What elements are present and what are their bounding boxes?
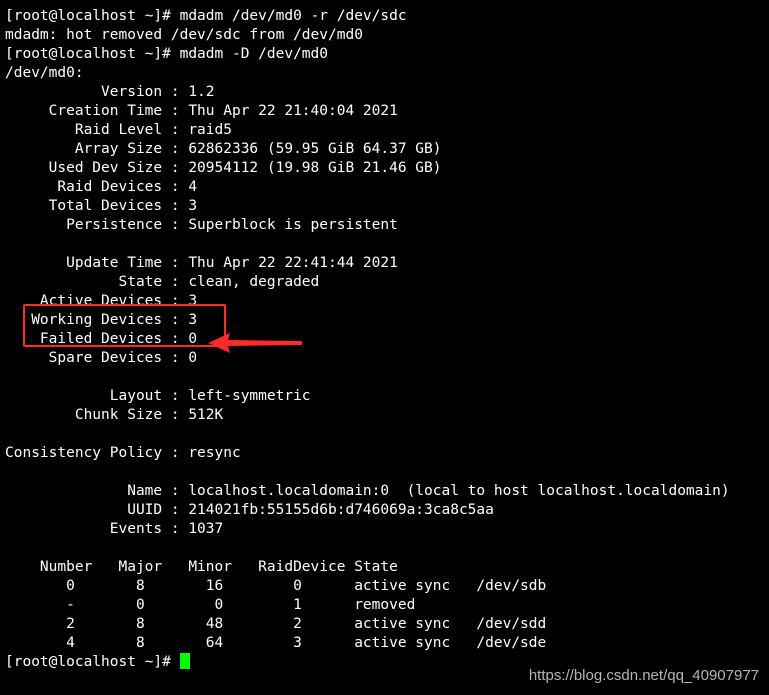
- detail-consistency-policy: Consistency Policy : resync: [5, 445, 241, 461]
- detail-chunk-size: Chunk Size : 512K: [5, 407, 224, 423]
- detail-state: State : clean, degraded: [5, 274, 320, 290]
- annotation-highlight-box: [23, 304, 226, 347]
- detail-events: Events : 1037: [5, 521, 224, 537]
- detail-version: Version : 1.2: [5, 84, 215, 100]
- device-table-row: 2 8 48 2 active sync /dev/sdd: [5, 616, 547, 632]
- detail-array-size: Array Size : 62862336 (59.95 GiB 64.37 G…: [5, 141, 442, 157]
- command-line: [root@localhost ~]# mdadm -D /dev/md0: [5, 46, 329, 62]
- watermark-url: https://blog.csdn.net/qq_40907977: [528, 667, 759, 684]
- device-table-row: 0 8 16 0 active sync /dev/sdb: [5, 578, 547, 594]
- detail-raid-level: Raid Level : raid5: [5, 122, 232, 138]
- detail-update-time: Update Time : Thu Apr 22 22:41:44 2021: [5, 255, 398, 271]
- shell-prompt: [root@localhost ~]#: [5, 654, 180, 670]
- detail-layout: Layout : left-symmetric: [5, 388, 311, 404]
- text-cursor: [179, 653, 190, 669]
- output-line: /dev/md0:: [5, 65, 84, 81]
- device-table-row: - 0 0 1 removed: [5, 597, 416, 613]
- detail-uuid: UUID : 214021fb:55155d6b:d746069a:3ca8c5…: [5, 502, 494, 518]
- detail-name: Name : localhost.localdomain:0 (local to…: [5, 483, 730, 499]
- detail-creation-time: Creation Time : Thu Apr 22 21:40:04 2021: [5, 103, 398, 119]
- detail-persistence: Persistence : Superblock is persistent: [5, 217, 398, 233]
- device-table-row: 4 8 64 3 active sync /dev/sde: [5, 635, 547, 651]
- detail-total-devices: Total Devices : 3: [5, 198, 198, 214]
- detail-spare-devices: Spare Devices : 0: [5, 350, 198, 366]
- annotation-arrow-icon: [208, 333, 302, 353]
- command-line: [root@localhost ~]# mdadm /dev/md0 -r /d…: [5, 8, 407, 24]
- device-table-header: Number Major Minor RaidDevice State: [5, 559, 398, 575]
- detail-raid-devices: Raid Devices : 4: [5, 179, 198, 195]
- terminal-output[interactable]: [root@localhost ~]# mdadm /dev/md0 -r /d…: [5, 7, 769, 695]
- output-line: mdadm: hot removed /dev/sdc from /dev/md…: [5, 27, 363, 43]
- detail-used-dev-size: Used Dev Size : 20954112 (19.98 GiB 21.4…: [5, 160, 442, 176]
